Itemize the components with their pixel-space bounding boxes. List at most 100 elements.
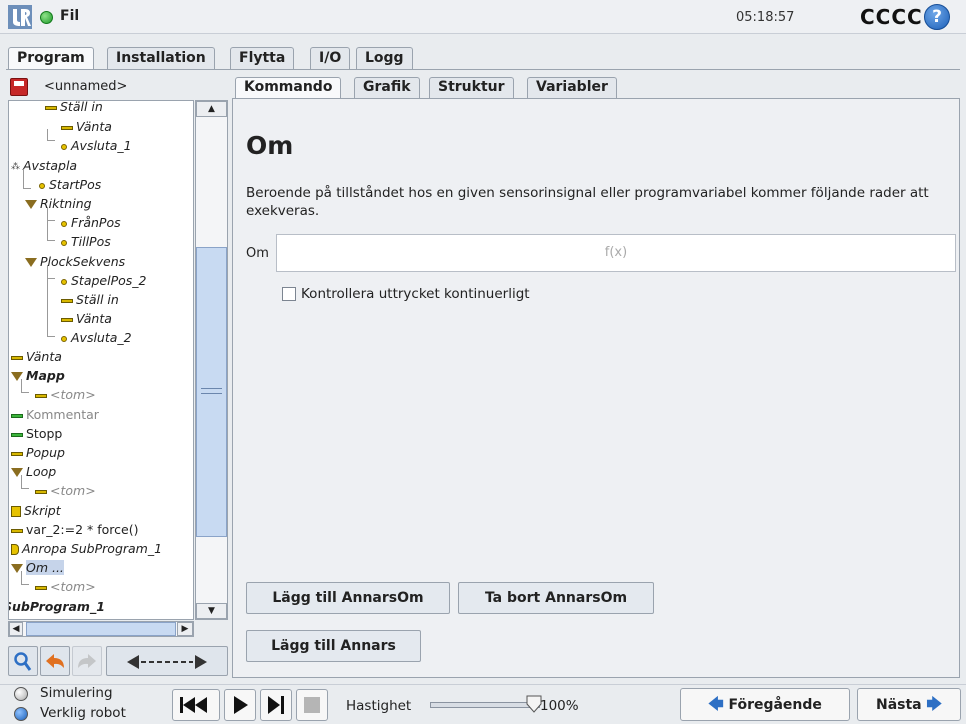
tree-item-selected[interactable]: Om ... bbox=[11, 559, 64, 577]
tree-item[interactable]: Avsluta_1 bbox=[61, 137, 132, 155]
redo-icon[interactable] bbox=[72, 646, 102, 676]
speed-label: Hastighet bbox=[346, 698, 412, 714]
tree-item[interactable]: FrånPos bbox=[61, 214, 121, 232]
scroll-left-button[interactable]: ◀ bbox=[9, 622, 23, 636]
tree-item[interactable]: ⁂ Avstapla bbox=[11, 157, 77, 175]
add-else-button[interactable]: Lägg till Annars bbox=[246, 630, 421, 662]
stop-icon bbox=[11, 432, 23, 437]
arrow-left-icon: 🡄 bbox=[708, 695, 724, 713]
call-icon bbox=[11, 544, 19, 555]
tree-connector bbox=[47, 129, 55, 141]
simulation-radio[interactable] bbox=[14, 687, 28, 701]
tree-item[interactable]: Riktning bbox=[25, 195, 92, 213]
tree-item[interactable]: PlockSekvens bbox=[25, 253, 125, 271]
scroll-up-button[interactable]: ▲ bbox=[196, 101, 227, 117]
undo-icon[interactable] bbox=[40, 646, 70, 676]
tree-item[interactable]: Popup bbox=[11, 444, 65, 462]
tree-item[interactable]: Ställ in bbox=[45, 101, 103, 116]
expression-input[interactable]: f(x) bbox=[276, 234, 956, 272]
status-dot-icon bbox=[40, 11, 53, 24]
move-arrows-icon[interactable] bbox=[106, 646, 228, 676]
tree-item[interactable]: var_2:=2 * force() bbox=[11, 521, 138, 539]
waypoint-icon bbox=[61, 239, 67, 246]
tab-logg[interactable]: Logg bbox=[356, 47, 413, 69]
tree-item[interactable]: <tom> bbox=[35, 482, 96, 500]
scroll-down-button[interactable]: ▼ bbox=[196, 603, 227, 619]
save-icon[interactable] bbox=[10, 78, 28, 96]
scroll-right-button[interactable]: ▶ bbox=[177, 622, 193, 636]
file-menu[interactable]: Fil bbox=[60, 8, 79, 24]
program-tree[interactable]: Ställ in Vänta Avsluta_1 ⁂ Avstapla Start… bbox=[8, 100, 194, 620]
tab-program[interactable]: Program bbox=[8, 47, 94, 70]
continuous-check-checkbox[interactable] bbox=[282, 287, 296, 301]
folder-icon bbox=[25, 258, 37, 267]
tab-flytta[interactable]: Flytta bbox=[230, 47, 295, 69]
tree-item[interactable]: SubProgram_1 bbox=[9, 598, 105, 616]
tree-item[interactable]: <tom> bbox=[35, 578, 96, 596]
tree-item[interactable]: <tom> bbox=[35, 386, 96, 404]
tab-variabler[interactable]: Variabler bbox=[527, 77, 617, 98]
search-icon[interactable] bbox=[8, 646, 38, 676]
stop-icon[interactable] bbox=[296, 689, 328, 721]
command-description: Beroende på tillståndet hos en given sen… bbox=[246, 185, 929, 219]
tree-item[interactable]: Avsluta_2 bbox=[61, 329, 132, 347]
robot-name: CCCC bbox=[860, 5, 923, 29]
next-button[interactable]: Nästa 🡆 bbox=[857, 688, 961, 721]
waypoint-icon bbox=[61, 143, 67, 150]
program-name: <unnamed> bbox=[44, 79, 128, 94]
folder-icon bbox=[25, 200, 37, 209]
tree-item[interactable]: Skript bbox=[11, 502, 61, 520]
waypoint-icon bbox=[61, 335, 67, 342]
page-title: Om bbox=[246, 131, 294, 160]
tree-item[interactable]: StapelPos_2 bbox=[61, 272, 147, 290]
tree-item[interactable]: Vänta bbox=[61, 310, 112, 328]
speed-value: 100% bbox=[540, 698, 579, 714]
tree-item[interactable]: Vänta bbox=[61, 118, 112, 136]
tree-connector bbox=[47, 221, 55, 241]
add-elseif-button[interactable]: Lägg till AnnarsOm bbox=[246, 582, 450, 614]
previous-button[interactable]: 🡄 Föregående bbox=[680, 688, 850, 721]
tree-connector bbox=[47, 265, 55, 279]
tree-item[interactable]: Anropa SubProgram_1 bbox=[11, 540, 162, 558]
set-icon bbox=[45, 105, 57, 110]
tree-item[interactable]: Kommentar bbox=[11, 406, 99, 424]
tree-item[interactable]: Vänta bbox=[11, 348, 62, 366]
continuous-check-label: Kontrollera uttrycket kontinuerligt bbox=[301, 286, 530, 302]
tree-item[interactable]: StartPos bbox=[39, 176, 101, 194]
play-icon[interactable] bbox=[224, 689, 256, 721]
waypoint-icon bbox=[61, 220, 67, 227]
ur-logo-icon bbox=[8, 5, 32, 29]
empty-icon bbox=[35, 393, 47, 398]
speed-slider[interactable] bbox=[430, 702, 540, 708]
tree-item[interactable]: Mapp bbox=[11, 367, 65, 385]
tab-kommando[interactable]: Kommando bbox=[235, 77, 342, 99]
tree-item[interactable]: Loop bbox=[11, 463, 56, 481]
simulation-label: Simulering bbox=[40, 685, 113, 701]
popup-icon bbox=[11, 451, 23, 456]
tab-io[interactable]: I/O bbox=[310, 47, 351, 69]
tree-item[interactable]: Stopp bbox=[11, 425, 62, 443]
tab-divider bbox=[6, 69, 960, 70]
assignment-icon bbox=[11, 528, 23, 533]
scrollbar-thumb[interactable] bbox=[26, 622, 176, 636]
tree-connector bbox=[21, 571, 29, 585]
empty-icon bbox=[35, 489, 47, 494]
remove-elseif-button[interactable]: Ta bort AnnarsOm bbox=[458, 582, 654, 614]
arrow-right-icon: 🡆 bbox=[926, 695, 943, 713]
rewind-icon[interactable] bbox=[172, 689, 220, 721]
set-icon bbox=[61, 298, 73, 303]
tree-connector bbox=[47, 279, 55, 337]
tab-struktur[interactable]: Struktur bbox=[429, 77, 514, 98]
step-icon[interactable] bbox=[260, 689, 292, 721]
script-icon bbox=[11, 506, 21, 517]
tree-item[interactable]: Ställ in bbox=[61, 291, 119, 309]
help-icon[interactable]: ? bbox=[924, 4, 950, 30]
tree-item[interactable]: TillPos bbox=[61, 233, 111, 251]
tree-connector bbox=[21, 379, 29, 393]
tree-connector bbox=[47, 207, 55, 221]
wait-icon bbox=[11, 355, 23, 360]
tab-grafik[interactable]: Grafik bbox=[354, 77, 420, 98]
wait-icon bbox=[61, 125, 73, 130]
tab-installation[interactable]: Installation bbox=[107, 47, 215, 69]
real-robot-radio[interactable] bbox=[14, 707, 28, 721]
